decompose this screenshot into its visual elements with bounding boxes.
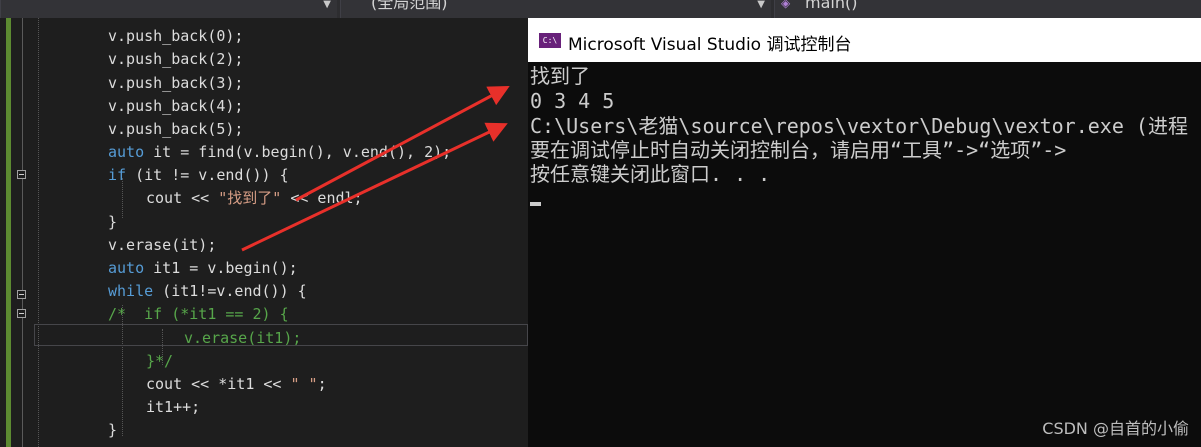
annotation-arrow — [241, 122, 508, 252]
annotation-arrows — [241, 86, 510, 252]
annotation-arrow — [295, 86, 510, 202]
watermark: CSDN @自首的小偷 — [1042, 419, 1189, 438]
